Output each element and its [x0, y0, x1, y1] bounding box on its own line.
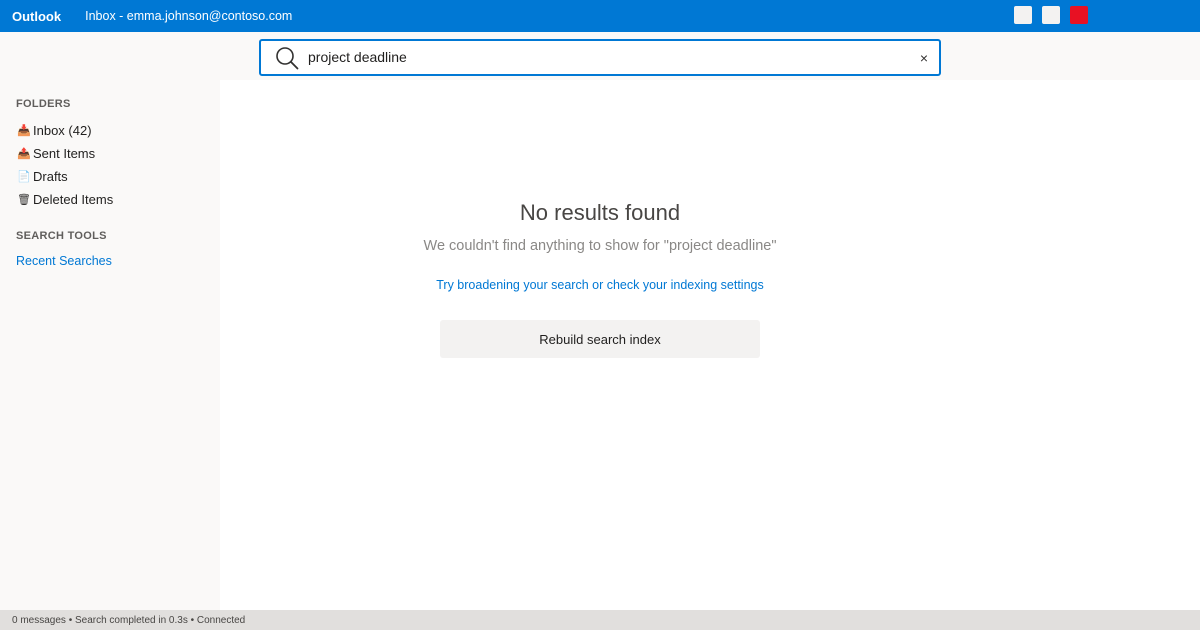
recent-searches-link[interactable]: Recent Searches — [16, 254, 112, 268]
sidebar-item-label: Inbox (42) — [33, 123, 92, 138]
sent-icon: 📤 — [17, 148, 31, 160]
search-bar[interactable]: × — [259, 39, 941, 76]
app-name: Outlook — [12, 8, 62, 24]
status-text: 0 messages • Search completed in 0.3s • … — [12, 614, 246, 626]
search-icon — [276, 47, 299, 70]
sidebar-item-drafts[interactable]: 📄 Drafts — [16, 169, 68, 184]
close-icon[interactable]: × — [916, 50, 932, 66]
main-content: No results found We couldn't find anythi… — [220, 80, 1200, 610]
maximize-button[interactable] — [1042, 6, 1060, 24]
close-window-button[interactable] — [1070, 6, 1088, 24]
sidebar-item-deleted[interactable]: 🗑 Deleted Items — [16, 192, 113, 207]
trash-icon: 🗑 — [17, 194, 31, 206]
folders-heading: FOLDERS — [16, 98, 71, 110]
no-results-title: No results found — [519, 200, 681, 225]
search-input[interactable] — [308, 43, 898, 71]
sidebar-item-label: Drafts — [33, 169, 68, 184]
title-bar: Outlook Inbox - emma.johnson@contoso.com — [0, 0, 1200, 32]
window-title: Inbox - emma.johnson@contoso.com — [85, 9, 293, 23]
status-bar: 0 messages • Search completed in 0.3s • … — [0, 610, 1200, 630]
inbox-icon: 📥 — [17, 125, 31, 137]
search-tools-heading: SEARCH TOOLS — [16, 230, 107, 242]
sidebar-item-sent[interactable]: 📤 Sent Items — [16, 146, 95, 161]
sidebar-item-label: Sent Items — [33, 146, 96, 161]
window-controls — [1014, 6, 1098, 24]
broaden-search-link[interactable]: Try broadening your search or check your… — [220, 278, 980, 292]
sidebar-item-inbox[interactable]: 📥 Inbox (42) — [16, 123, 92, 138]
drafts-icon: 📄 — [17, 171, 31, 183]
minimize-button[interactable] — [1014, 6, 1032, 24]
rebuild-index-button[interactable]: Rebuild search index — [440, 320, 760, 358]
sidebar: FOLDERS 📥 Inbox (42) 📤 Sent Items 📄 Draf… — [0, 80, 220, 610]
sidebar-item-label: Deleted Items — [33, 192, 114, 207]
no-results-message: We couldn't find anything to show for "p… — [423, 238, 777, 254]
